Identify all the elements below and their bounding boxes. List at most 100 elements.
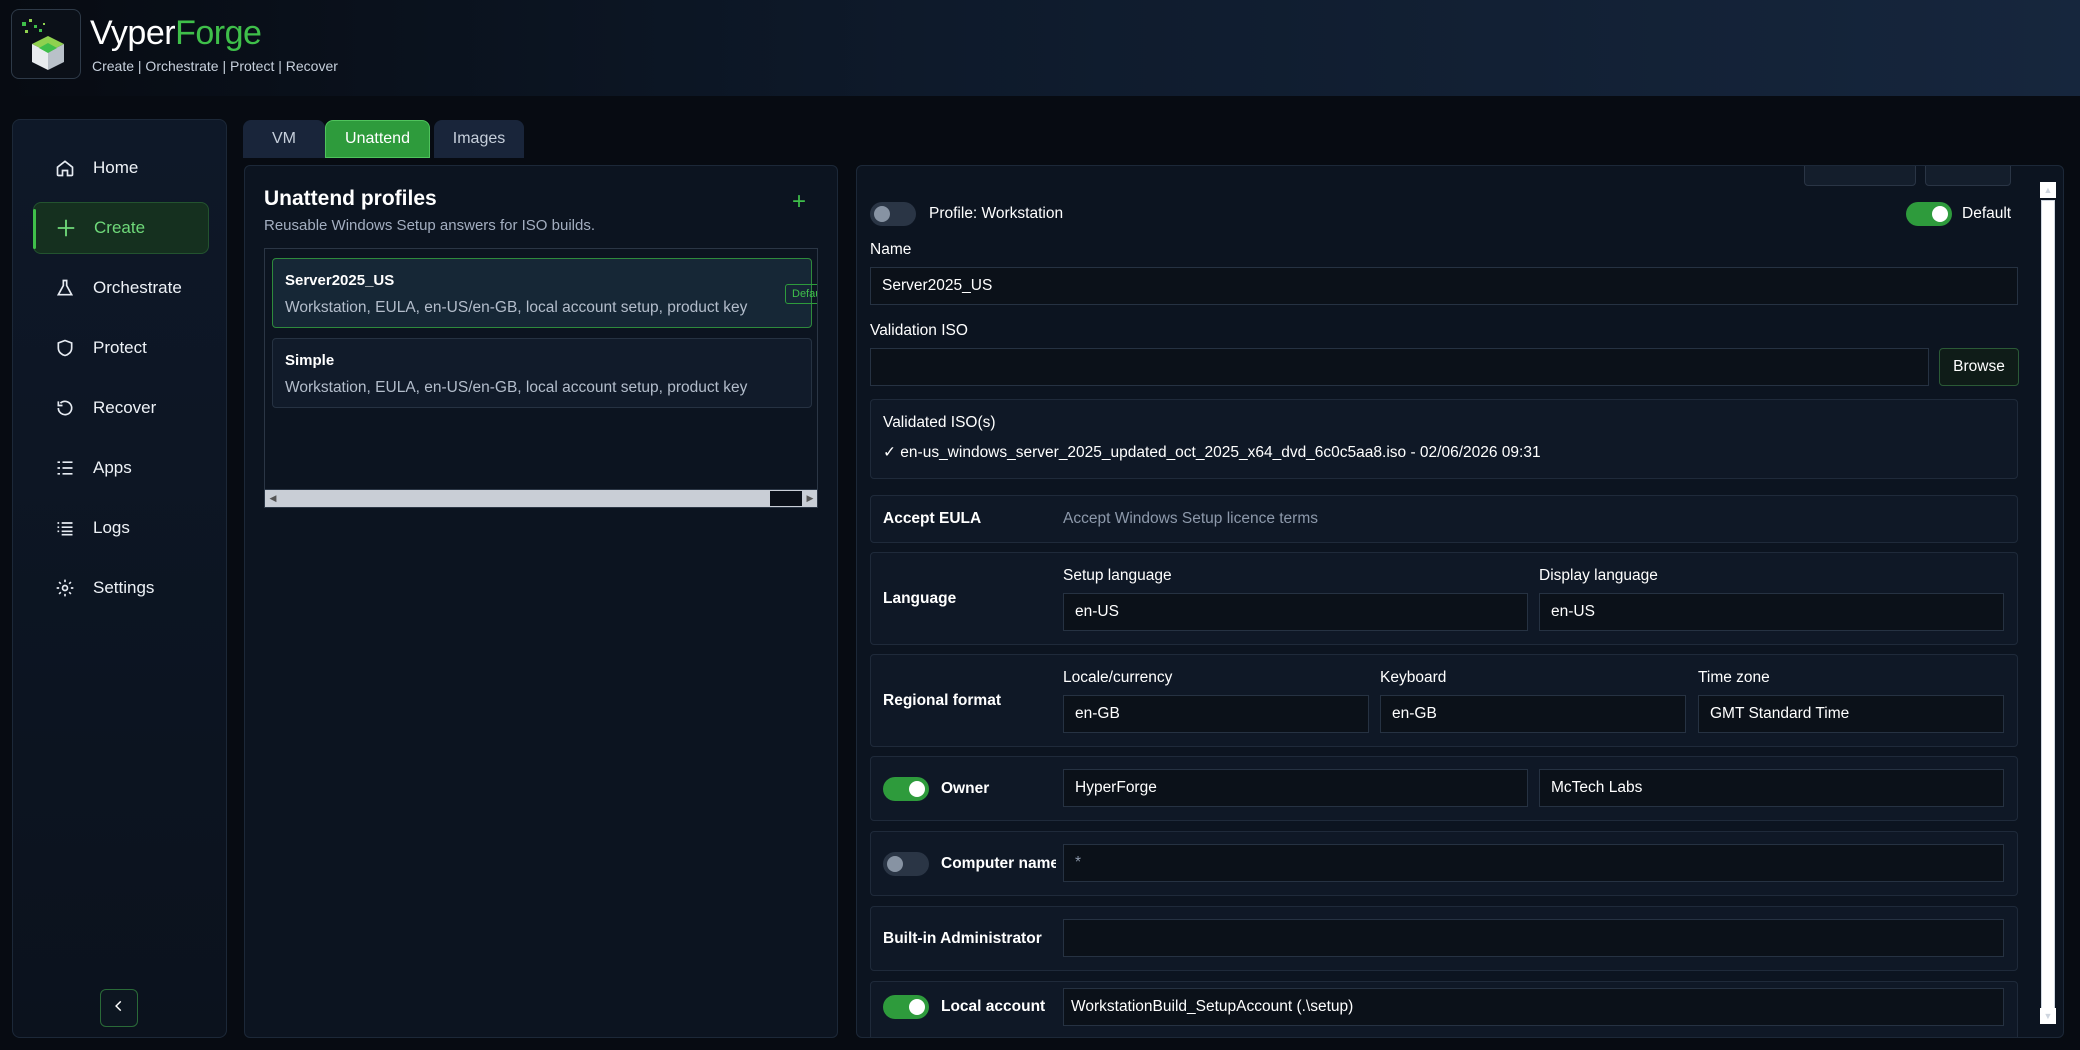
display-language-input[interactable]: en-US	[1539, 593, 2004, 631]
default-toggle[interactable]	[1906, 202, 1952, 226]
owner-organization-input[interactable]: McTech Labs	[1539, 769, 2004, 807]
setup-language-input[interactable]: en-US	[1063, 593, 1528, 631]
profile-type-toggle[interactable]	[870, 202, 916, 226]
sidebar-item-label: Protect	[93, 338, 147, 357]
builtin-admin-row: Built-in Administrator	[870, 906, 2018, 971]
eula-label: Accept EULA	[883, 510, 982, 527]
name-input[interactable]: Server2025_US	[870, 267, 2018, 305]
vertical-scrollbar[interactable]: ▲ ▼	[2040, 182, 2056, 1024]
computer-name-input[interactable]: *	[1063, 844, 2004, 882]
flask-icon	[53, 276, 77, 300]
eula-row: Accept EULA Accept Windows Setup licence…	[870, 495, 2018, 543]
setup-language-label: Setup language	[1063, 567, 1172, 584]
validated-isos-group: Validated ISO(s) ✓ en-us_windows_server_…	[870, 399, 2018, 479]
plus-icon	[54, 216, 78, 240]
profile-description: Workstation, EULA, en-US/en-GB, local ac…	[285, 379, 748, 396]
cube-logo-icon	[22, 19, 64, 70]
computer-name-toggle[interactable]	[883, 852, 929, 876]
home-icon	[53, 156, 77, 180]
default-label: Default	[1962, 205, 2012, 222]
profile-name: Simple	[285, 352, 335, 369]
profile-list: Server2025_US Workstation, EULA, en-US/e…	[264, 248, 818, 508]
sidebar-item-label: Home	[93, 158, 139, 177]
owner-name-input[interactable]: HyperForge	[1063, 769, 1528, 807]
local-account-label: Local account	[941, 998, 1046, 1015]
local-account-input[interactable]: WorkstationBuild_SetupAccount (.\setup)	[1063, 988, 2004, 1026]
builtin-admin-label: Built-in Administrator	[883, 930, 1042, 947]
computer-name-label: Computer name	[941, 855, 1056, 872]
owner-row: Owner HyperForge McTech Labs	[870, 756, 2018, 821]
app-title: VyperForge	[90, 14, 262, 52]
sidebar-item-recover[interactable]: Recover	[33, 382, 209, 434]
validated-isos-title: Validated ISO(s)	[883, 414, 996, 431]
tab-vm[interactable]: VM	[243, 120, 325, 158]
default-badge: Default	[785, 284, 817, 304]
sidebar: Home Create Orchestrate Protect Recover …	[12, 119, 227, 1038]
sidebar-collapse-button[interactable]	[100, 989, 138, 1027]
local-account-toggle[interactable]	[883, 995, 929, 1019]
toolbar-button[interactable]	[1925, 166, 2011, 186]
computer-name-row: Computer name *	[870, 831, 2018, 896]
panel-subtitle: Reusable Windows Setup answers for ISO b…	[264, 217, 595, 234]
language-label: Language	[883, 590, 957, 607]
sidebar-item-orchestrate[interactable]: Orchestrate	[33, 262, 209, 314]
chevron-left-icon	[112, 999, 126, 1018]
sidebar-item-logs[interactable]: Logs	[33, 502, 209, 554]
scroll-thumb[interactable]	[770, 491, 802, 506]
sidebar-item-protect[interactable]: Protect	[33, 322, 209, 374]
app-tagline: Create | Orchestrate | Protect | Recover	[92, 58, 338, 74]
profile-item-server2025-us[interactable]: Server2025_US Workstation, EULA, en-US/e…	[272, 258, 817, 328]
sidebar-item-label: Orchestrate	[93, 278, 182, 297]
scroll-down-icon[interactable]: ▼	[2040, 1008, 2056, 1024]
language-row: Language Setup language en-US Display la…	[870, 552, 2018, 645]
add-profile-button[interactable]: +	[792, 190, 806, 214]
profile-name: Server2025_US	[285, 272, 395, 289]
browse-button[interactable]: Browse	[1939, 348, 2019, 386]
display-language-label: Display language	[1539, 567, 1658, 584]
eula-description: Accept Windows Setup licence terms	[1063, 510, 1318, 527]
profile-description: Workstation, EULA, en-US/en-GB, local ac…	[285, 299, 748, 316]
sidebar-item-label: Apps	[93, 458, 132, 477]
scroll-right-icon[interactable]: ▶	[802, 490, 817, 507]
profile-item-simple[interactable]: Simple Workstation, EULA, en-US/en-GB, l…	[272, 338, 812, 408]
sidebar-item-settings[interactable]: Settings	[33, 562, 209, 614]
profile-type-label: Profile: Workstation	[929, 205, 1064, 222]
app-header: VyperForge Create | Orchestrate | Protec…	[0, 0, 2080, 96]
validation-iso-input[interactable]	[870, 348, 1929, 386]
profile-editor-panel: Profile: Workstation Default Name Server…	[856, 165, 2064, 1038]
tab-images[interactable]: Images	[434, 120, 524, 158]
validated-iso-entry: ✓ en-us_windows_server_2025_updated_oct_…	[883, 444, 1541, 461]
list-icon	[53, 456, 77, 480]
builtin-admin-input[interactable]	[1063, 919, 2004, 957]
scroll-thumb[interactable]	[2041, 200, 2055, 1010]
time-zone-input[interactable]: GMT Standard Time	[1698, 695, 2004, 733]
regional-format-row: Regional format Locale/currency en-GB Ke…	[870, 654, 2018, 747]
scroll-track	[281, 492, 771, 505]
sidebar-item-label: Create	[94, 218, 146, 237]
unattend-profiles-panel: Unattend profiles Reusable Windows Setup…	[244, 165, 838, 1038]
name-label: Name	[870, 241, 912, 258]
sidebar-item-label: Logs	[93, 518, 130, 537]
app-logo	[11, 9, 81, 79]
locale-currency-label: Locale/currency	[1063, 669, 1173, 686]
locale-currency-input[interactable]: en-GB	[1063, 695, 1369, 733]
keyboard-label: Keyboard	[1380, 669, 1447, 686]
scroll-up-icon[interactable]: ▲	[2040, 182, 2056, 198]
shield-icon	[53, 336, 77, 360]
panel-title: Unattend profiles	[264, 187, 437, 210]
sidebar-item-create[interactable]: Create	[33, 202, 209, 254]
gear-icon	[53, 576, 77, 600]
local-account-row: Local account WorkstationBuild_SetupAcco…	[870, 981, 2018, 1037]
keyboard-input[interactable]: en-GB	[1380, 695, 1686, 733]
owner-toggle[interactable]	[883, 777, 929, 801]
toolbar-button[interactable]	[1804, 166, 1916, 186]
sidebar-item-home[interactable]: Home	[33, 142, 209, 194]
sidebar-item-label: Recover	[93, 398, 157, 417]
time-zone-label: Time zone	[1698, 669, 1770, 686]
sidebar-item-label: Settings	[93, 578, 155, 597]
scroll-left-icon[interactable]: ◀	[265, 490, 281, 507]
tab-unattend[interactable]: Unattend	[325, 120, 430, 158]
regional-format-label: Regional format	[883, 692, 1001, 709]
sidebar-item-apps[interactable]: Apps	[33, 442, 209, 494]
horizontal-scrollbar[interactable]: ◀ ▶	[265, 489, 817, 507]
